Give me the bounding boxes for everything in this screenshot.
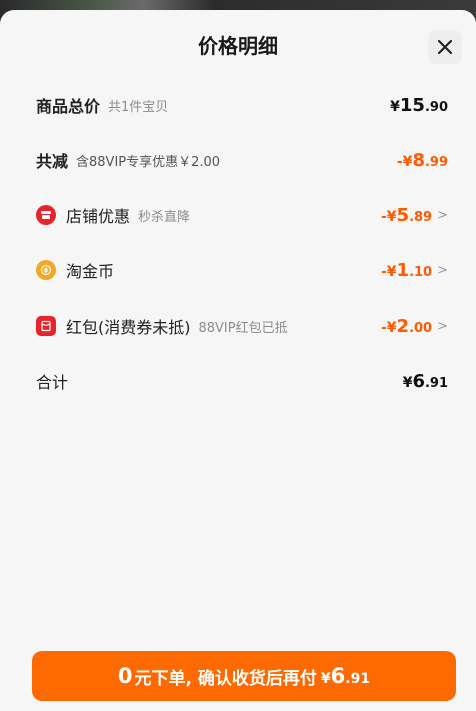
vip-discount-note: 含88VIP专享优惠￥2.00 bbox=[76, 154, 221, 170]
sheet-title: 价格明细 bbox=[198, 34, 278, 58]
place-order-button[interactable]: 0 元下单, 确认收货后再付 ¥6.91 bbox=[32, 651, 456, 701]
red-packet-value: -¥2.00 bbox=[380, 315, 433, 337]
red-packet-row[interactable]: 红包(消费券未抵) 88VIP红包已抵 -¥2.00 > bbox=[36, 311, 448, 341]
chevron-right-icon: > bbox=[437, 262, 448, 278]
shop-discount-value: -¥5.89 bbox=[380, 204, 433, 226]
subtotal-value: ¥6.91 bbox=[402, 370, 448, 392]
total-price-label: 商品总价 bbox=[36, 97, 101, 116]
close-button[interactable] bbox=[428, 30, 462, 64]
red-packet-icon bbox=[36, 316, 56, 336]
subtotal-row: 合计 ¥6.91 bbox=[36, 366, 448, 396]
chevron-right-icon: > bbox=[437, 207, 448, 223]
shop-discount-label: 店铺优惠 bbox=[66, 207, 131, 226]
close-icon bbox=[437, 39, 453, 55]
red-packet-label: 红包(消费券未抵) bbox=[66, 318, 191, 337]
item-count: 共1件宝贝 bbox=[108, 99, 169, 115]
subtotal-label: 合计 bbox=[36, 373, 69, 392]
order-button-text: 元下单, 确认收货后再付 bbox=[134, 668, 317, 689]
shop-discount-note: 秒杀直降 bbox=[138, 209, 191, 225]
order-zero-amount: 0 bbox=[117, 664, 133, 688]
total-price-row: 商品总价 共1件宝贝 ¥15.90 bbox=[36, 90, 448, 120]
total-price-value: ¥15.90 bbox=[390, 94, 448, 116]
shop-icon bbox=[36, 205, 56, 225]
red-packet-note: 88VIP红包已抵 bbox=[198, 320, 288, 336]
taojinbi-value: -¥1.10 bbox=[380, 259, 433, 281]
taojinbi-row[interactable]: 淘金币 -¥1.10 > bbox=[36, 255, 448, 285]
shop-discount-row[interactable]: 店铺优惠 秒杀直降 -¥5.89 > bbox=[36, 200, 448, 230]
chevron-right-icon: > bbox=[437, 318, 448, 334]
total-discount-label: 共减 bbox=[36, 152, 69, 171]
total-discount-value: -¥8.99 bbox=[396, 149, 448, 171]
order-pay-amount: ¥6.91 bbox=[320, 664, 371, 688]
coin-icon bbox=[36, 260, 56, 280]
taojinbi-label: 淘金币 bbox=[66, 262, 115, 281]
total-discount-row: 共减 含88VIP专享优惠￥2.00 -¥8.99 bbox=[36, 145, 448, 175]
